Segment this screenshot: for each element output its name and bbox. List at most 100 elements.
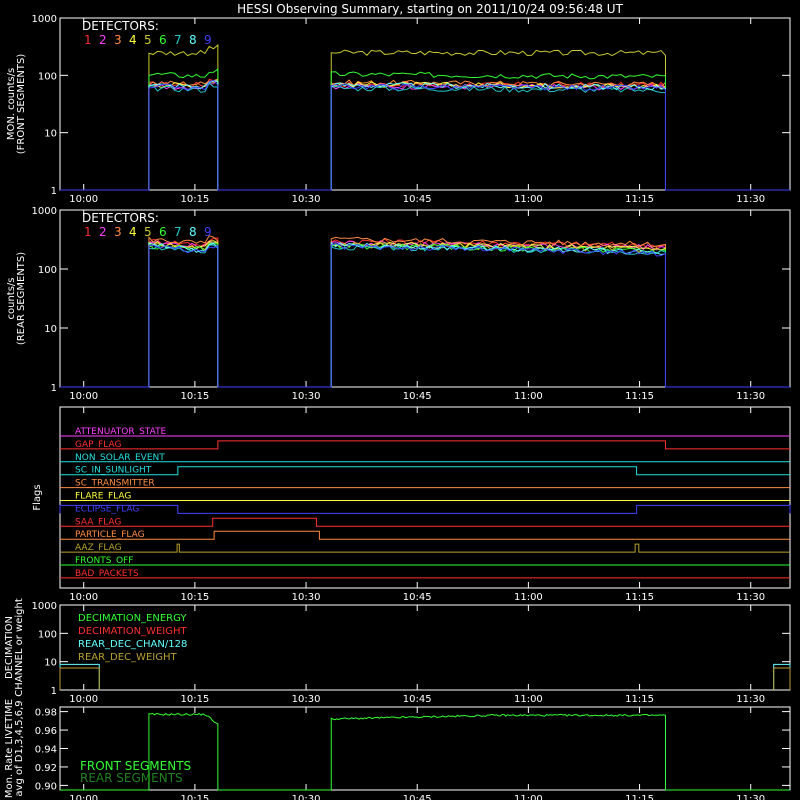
panel-0-xtick-label: 11:15 bbox=[625, 194, 654, 205]
panel-1-xtick-label: 10:15 bbox=[180, 391, 209, 402]
decimation-legend-decimation-energy: DECIMATION_ENERGY bbox=[78, 613, 187, 624]
panel-1-series-detector-1 bbox=[60, 237, 790, 388]
panel-0-ytick-label: 1000 bbox=[32, 14, 57, 25]
panel-3-ytick-label: 10 bbox=[44, 658, 57, 669]
flag-label-aaz_flag: AAZ_FLAG bbox=[75, 543, 122, 553]
panel-0-series-detector-5 bbox=[60, 43, 790, 191]
panel-2-xtick-label: 10:00 bbox=[69, 592, 98, 603]
panel-0-xtick-label: 11:00 bbox=[514, 194, 543, 205]
panel-1-legend-detector-6: 6 bbox=[159, 225, 167, 239]
panel-3-xtick-label: 10:30 bbox=[292, 694, 321, 705]
panel-0-frame bbox=[59, 17, 791, 191]
panel-1-series-detector-9 bbox=[60, 242, 790, 388]
flag-label-particle_flag: PARTICLE_FLAG bbox=[75, 530, 145, 540]
flag-label-fronts_off: FRONTS_OFF bbox=[75, 556, 133, 566]
panel-3-ytick-label: 100 bbox=[38, 629, 57, 640]
panel-2-xtick-label: 11:15 bbox=[625, 592, 654, 603]
panel-3-ylabel: CHANNEL or weight bbox=[14, 598, 25, 697]
panel-1-series-detector-6 bbox=[60, 241, 790, 388]
panel-3-xtick-label: 10:45 bbox=[403, 694, 432, 705]
panel-1-xtick-label: 11:15 bbox=[625, 391, 654, 402]
panel-2-xtick-label: 10:45 bbox=[403, 592, 432, 603]
panel-1-series-detector-8 bbox=[60, 241, 790, 388]
panel-3-xtick-label: 10:00 bbox=[69, 694, 98, 705]
panel-4-xtick-label: 10:45 bbox=[403, 794, 432, 800]
decimation-legend-rear-dec-weight: REAR_DEC_WEIGHT bbox=[78, 652, 177, 663]
panel-1-xtick-label: 10:30 bbox=[292, 391, 321, 402]
observing-summary-figure: HESSI Observing Summary, starting on 201… bbox=[0, 0, 800, 800]
panel-0-legend-detector-6: 6 bbox=[159, 33, 167, 47]
flag-line-aaz_flag bbox=[60, 543, 790, 553]
panel-1-series-detector-7 bbox=[60, 243, 790, 388]
panel-0-xtick-label: 10:00 bbox=[69, 194, 98, 205]
panel-0-series-detector-2 bbox=[60, 78, 790, 191]
panel-0-legend-detector-9: 9 bbox=[204, 33, 212, 47]
panel-4-xtick-label: 10:15 bbox=[180, 794, 209, 800]
panel-1-ytick-label: 100 bbox=[38, 265, 57, 276]
flag-line-gap_flag bbox=[60, 440, 790, 450]
panel-0-series-detector-8 bbox=[60, 80, 790, 191]
flag-label-bad_packets: BAD_PACKETS bbox=[75, 569, 139, 579]
panel-4-ytick-label: 0.98 bbox=[35, 708, 57, 719]
panel-1-legend-detector-1: 1 bbox=[84, 225, 92, 239]
panel-0-legend-detector-3: 3 bbox=[114, 33, 122, 47]
panel-1-legend-detector-8: 8 bbox=[189, 225, 197, 239]
flag-label-non_solar_event: NON_SOLAR_EVENT bbox=[75, 453, 165, 463]
flag-label-sc_transmitter: SC_TRANSMITTER bbox=[75, 479, 155, 489]
decimation-series-rear-dec-weight-0 bbox=[59, 667, 100, 690]
flag-line-saa_flag bbox=[60, 517, 790, 527]
panel-3-ytick-label: 1 bbox=[51, 686, 57, 697]
panel-0-legend-title: DETECTORS: bbox=[82, 19, 159, 33]
panel-1-xtick-label: 10:45 bbox=[403, 391, 432, 402]
decimation-series-rear-dec-weight-1 bbox=[773, 667, 791, 690]
panel-0-series-detector-7 bbox=[60, 82, 790, 191]
panel-4-ytick-label: 0.96 bbox=[35, 726, 57, 737]
panel-2-frame bbox=[59, 406, 791, 589]
flag-line-eclipse_flag bbox=[59, 504, 791, 514]
flag-label-flare_flag: FLARE_FLAG bbox=[75, 492, 131, 502]
panel-0-xtick-label: 10:30 bbox=[292, 194, 321, 205]
panel-0-xtick-label: 11:30 bbox=[736, 194, 765, 205]
panel-3-xtick-label: 11:00 bbox=[514, 694, 543, 705]
panel-1-legend-detector-3: 3 bbox=[114, 225, 122, 239]
panel-0-xtick-label: 10:45 bbox=[403, 194, 432, 205]
livetime-legend-rear-segments: REAR SEGMENTS bbox=[80, 771, 183, 785]
panel-3-ytick-label: 1000 bbox=[32, 601, 57, 612]
panel-4-ytick-label: 0.90 bbox=[35, 781, 57, 792]
flag-label-sc_in_sunlight: SC_IN_SUNLIGHT bbox=[75, 466, 152, 476]
panel-0-legend-detector-4: 4 bbox=[129, 33, 137, 47]
panel-2-xtick-label: 10:15 bbox=[180, 592, 209, 603]
panel-0-series-detector-1 bbox=[60, 78, 790, 191]
panel-4-xtick-label: 11:00 bbox=[514, 794, 543, 800]
panel-0-legend-detector-2: 2 bbox=[99, 33, 107, 47]
flag-label-gap_flag: GAP_FLAG bbox=[75, 440, 121, 450]
panel-0-xtick-label: 10:15 bbox=[180, 194, 209, 205]
panel-0-ytick-label: 100 bbox=[38, 71, 57, 82]
panel-0-legend-detector-1: 1 bbox=[84, 33, 92, 47]
panel-0-ytick-label: 10 bbox=[44, 129, 57, 140]
panel-2-xtick-label: 10:30 bbox=[292, 592, 321, 603]
panel-1-legend-detector-7: 7 bbox=[174, 225, 182, 239]
panel-4-ytick-label: 0.94 bbox=[35, 745, 57, 756]
panel-1-legend-detector-9: 9 bbox=[204, 225, 212, 239]
decimation-legend-rear-dec-chan-128: REAR_DEC_CHAN/128 bbox=[78, 639, 187, 650]
panel-4-xtick-label: 10:00 bbox=[69, 794, 98, 800]
figure-title: HESSI Observing Summary, starting on 201… bbox=[237, 2, 623, 16]
flag-label-eclipse_flag: ECLIPSE_FLAG bbox=[75, 504, 139, 514]
panel-1-series-detector-3 bbox=[60, 235, 790, 388]
panel-1-xtick-label: 11:00 bbox=[514, 391, 543, 402]
panel-4-ylabel: avg of D1,3,4,5,6,9 bbox=[14, 700, 25, 796]
panel-0-legend-detector-5: 5 bbox=[144, 33, 152, 47]
panel-1-frame bbox=[59, 209, 791, 388]
decimation-legend-decimation-weight: DECIMATION_WEIGHT bbox=[78, 626, 187, 637]
flag-label-attenuator_state: ATTENUATOR_STATE bbox=[75, 427, 167, 437]
panel-4-xtick-label: 11:15 bbox=[625, 794, 654, 800]
panel-1-ytick-label: 10 bbox=[44, 324, 57, 335]
panel-1-ytick-label: 1000 bbox=[32, 206, 57, 217]
panel-0-series-detector-9 bbox=[60, 79, 790, 191]
panels-group: 1 10 100 1000 10:00 10:15 10:30 10:45 11:00 11:15… bbox=[4, 14, 791, 800]
panel-1-ytick-label: 1 bbox=[51, 383, 57, 394]
panel-0-legend-detector-8: 8 bbox=[189, 33, 197, 47]
panel-3-xtick-label: 11:15 bbox=[625, 694, 654, 705]
panel-0-series-detector-3 bbox=[60, 78, 790, 191]
